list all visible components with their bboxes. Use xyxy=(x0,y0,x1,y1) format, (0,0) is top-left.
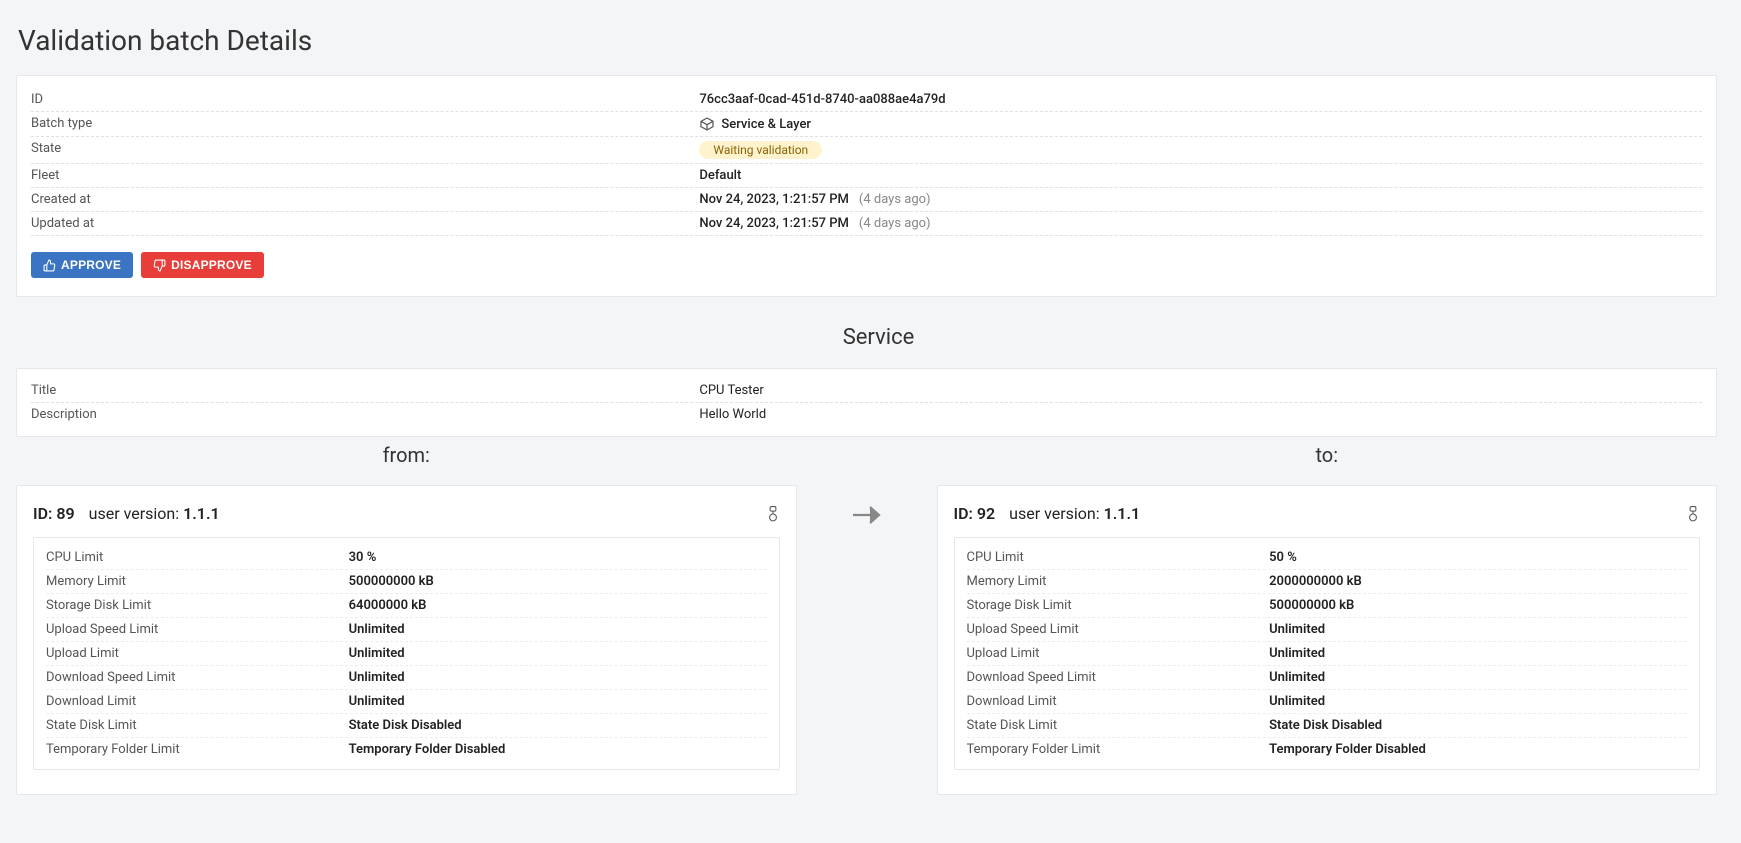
service-section-title: Service xyxy=(16,325,1741,350)
service-row-title: Title CPU Tester xyxy=(31,379,1702,403)
batch-details-card: ID 76cc3aaf-0cad-451d-8740-aa088ae4a79d … xyxy=(16,75,1717,297)
to-specs: CPU Limit50 % Memory Limit2000000000 kB … xyxy=(954,537,1701,770)
status-badge: Waiting validation xyxy=(699,141,822,159)
from-column: from: ID: 89 user version: 1.1.1 CPU Lim… xyxy=(16,443,797,795)
detail-value-batch-type: Service & Layer xyxy=(721,117,811,132)
detail-label: ID xyxy=(31,92,699,107)
service-value-description: Hello World xyxy=(699,407,766,422)
spec-row: State Disk LimitState Disk Disabled xyxy=(967,714,1688,738)
detail-value-updated: Nov 24, 2023, 1:21:57 PM xyxy=(699,216,849,231)
service-label: Title xyxy=(31,383,699,398)
from-header: ID: 89 user version: 1.1.1 xyxy=(33,504,780,523)
spec-row: CPU Limit50 % xyxy=(967,546,1688,570)
service-value-title: CPU Tester xyxy=(699,383,763,398)
to-version: user version: 1.1.1 xyxy=(1009,504,1140,523)
spec-row: Upload LimitUnlimited xyxy=(46,642,767,666)
detail-row-fleet: Fleet Default xyxy=(31,164,1702,188)
disapprove-label: DISAPPROVE xyxy=(171,258,252,272)
spec-row: Temporary Folder LimitTemporary Folder D… xyxy=(967,738,1688,761)
detail-row-id: ID 76cc3aaf-0cad-451d-8740-aa088ae4a79d xyxy=(31,88,1702,112)
detail-row-batch-type: Batch type Service & Layer xyxy=(31,112,1702,137)
arrow-right-icon xyxy=(851,503,883,527)
spec-row: Download Speed LimitUnlimited xyxy=(46,666,767,690)
thumbs-down-icon xyxy=(153,259,166,272)
detail-row-state: State Waiting validation xyxy=(31,137,1702,164)
detail-label: Updated at xyxy=(31,216,699,231)
to-header: ID: 92 user version: 1.1.1 xyxy=(954,504,1701,523)
to-card: ID: 92 user version: 1.1.1 CPU Limit50 %… xyxy=(937,485,1718,795)
thumbs-up-icon xyxy=(43,259,56,272)
version-icon xyxy=(766,506,780,522)
version-icon xyxy=(1686,506,1700,522)
page-title: Validation batch Details xyxy=(18,24,1741,57)
disapprove-button[interactable]: DISAPPROVE xyxy=(141,252,264,278)
spec-row: CPU Limit30 % xyxy=(46,546,767,570)
spec-row: Download LimitUnlimited xyxy=(967,690,1688,714)
spec-row: Download Speed LimitUnlimited xyxy=(967,666,1688,690)
from-specs: CPU Limit30 % Memory Limit500000000 kB S… xyxy=(33,537,780,770)
detail-row-updated: Updated at Nov 24, 2023, 1:21:57 PM (4 d… xyxy=(31,212,1702,236)
spec-row: Upload Speed LimitUnlimited xyxy=(967,618,1688,642)
spec-row: Upload Speed LimitUnlimited xyxy=(46,618,767,642)
approve-button[interactable]: APPROVE xyxy=(31,252,133,278)
cube-icon xyxy=(699,116,715,132)
from-label: from: xyxy=(16,443,797,467)
arrow-column xyxy=(797,443,937,795)
spec-row: Storage Disk Limit64000000 kB xyxy=(46,594,767,618)
detail-ago-created: (4 days ago) xyxy=(859,192,931,207)
from-version: user version: 1.1.1 xyxy=(89,504,220,523)
approve-label: APPROVE xyxy=(61,258,121,272)
to-id: ID: 92 xyxy=(954,504,996,523)
spec-row: Temporary Folder LimitTemporary Folder D… xyxy=(46,738,767,761)
detail-value-id: 76cc3aaf-0cad-451d-8740-aa088ae4a79d xyxy=(699,92,945,107)
detail-row-created: Created at Nov 24, 2023, 1:21:57 PM (4 d… xyxy=(31,188,1702,212)
service-label: Description xyxy=(31,407,699,422)
detail-value-created: Nov 24, 2023, 1:21:57 PM xyxy=(699,192,849,207)
from-card: ID: 89 user version: 1.1.1 CPU Limit30 %… xyxy=(16,485,797,795)
to-label: to: xyxy=(937,443,1718,467)
service-card: Title CPU Tester Description Hello World xyxy=(16,368,1717,437)
spec-row: Memory Limit2000000000 kB xyxy=(967,570,1688,594)
to-column: to: ID: 92 user version: 1.1.1 CPU Limit… xyxy=(937,443,1718,795)
spec-row: Download LimitUnlimited xyxy=(46,690,767,714)
detail-label: Created at xyxy=(31,192,699,207)
from-id: ID: 89 xyxy=(33,504,75,523)
spec-row: State Disk LimitState Disk Disabled xyxy=(46,714,767,738)
detail-ago-updated: (4 days ago) xyxy=(859,216,931,231)
service-row-description: Description Hello World xyxy=(31,403,1702,426)
compare-section: from: ID: 89 user version: 1.1.1 CPU Lim… xyxy=(16,443,1717,795)
detail-label: Batch type xyxy=(31,116,699,132)
detail-value-fleet: Default xyxy=(699,168,741,183)
detail-label: State xyxy=(31,141,699,159)
detail-label: Fleet xyxy=(31,168,699,183)
spec-row: Storage Disk Limit500000000 kB xyxy=(967,594,1688,618)
spec-row: Upload LimitUnlimited xyxy=(967,642,1688,666)
action-buttons: APPROVE DISAPPROVE xyxy=(31,252,1702,278)
spec-row: Memory Limit500000000 kB xyxy=(46,570,767,594)
